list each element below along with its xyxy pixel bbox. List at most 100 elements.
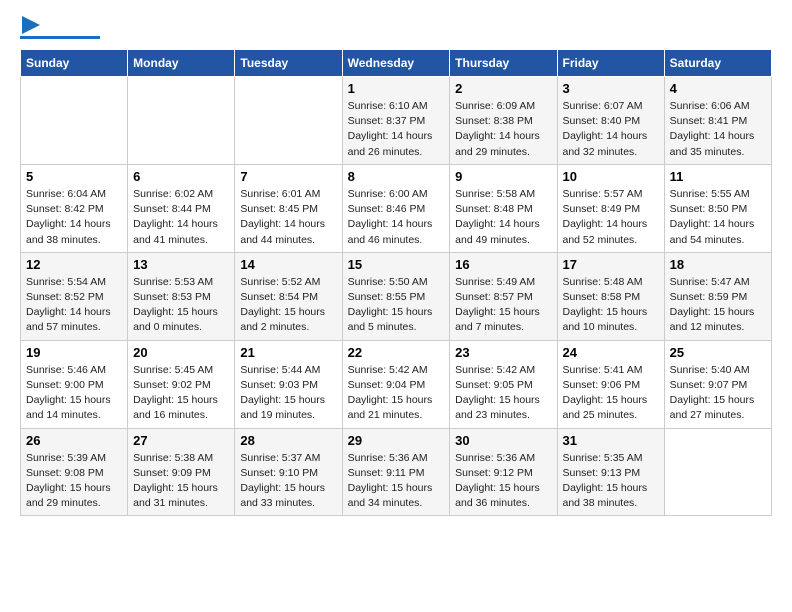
weekday-header-tuesday: Tuesday <box>235 50 342 77</box>
calendar-cell: 24 Sunrise: 5:41 AMSunset: 9:06 PMDayligh… <box>557 340 664 428</box>
weekday-header-wednesday: Wednesday <box>342 50 450 77</box>
calendar-cell: 16Sunrise: 5:49 AMSunset: 8:57 PMDayligh… <box>450 252 557 340</box>
calendar-cell <box>128 77 235 165</box>
day-number: 11 <box>670 169 766 184</box>
day-number: 17 <box>563 257 659 272</box>
day-number: 19 <box>26 345 122 360</box>
day-detail: Sunrise: 5:44 AMSunset: 9:03 PMDaylight:… <box>240 363 336 424</box>
calendar-cell: 17 Sunrise: 5:48 AMSunset: 8:58 PMDayligh… <box>557 252 664 340</box>
day-detail: Sunrise: 5:42 AMSunset: 9:04 PMDaylight:… <box>348 363 445 424</box>
day-number: 14 <box>240 257 336 272</box>
calendar-cell: 19 Sunrise: 5:46 AMSunset: 9:00 PMDayligh… <box>21 340 128 428</box>
logo <box>20 20 100 39</box>
calendar-cell: 9 Sunrise: 5:58 AMSunset: 8:48 PMDaylight… <box>450 164 557 252</box>
calendar-cell: 20 Sunrise: 5:45 AMSunset: 9:02 PMDayligh… <box>128 340 235 428</box>
day-detail: Sunrise: 5:36 AMSunset: 9:11 PMDaylight:… <box>348 451 445 512</box>
day-number: 22 <box>348 345 445 360</box>
calendar-cell: 7 Sunrise: 6:01 AMSunset: 8:45 PMDaylight… <box>235 164 342 252</box>
weekday-header-monday: Monday <box>128 50 235 77</box>
calendar-cell <box>235 77 342 165</box>
calendar-cell: 22 Sunrise: 5:42 AMSunset: 9:04 PMDayligh… <box>342 340 450 428</box>
calendar-cell: 31Sunrise: 5:35 AMSunset: 9:13 PMDayligh… <box>557 428 664 516</box>
day-number: 5 <box>26 169 122 184</box>
calendar-cell: 5 Sunrise: 6:04 AMSunset: 8:42 PMDaylight… <box>21 164 128 252</box>
calendar-cell: 30 Sunrise: 5:36 AMSunset: 9:12 PMDayligh… <box>450 428 557 516</box>
day-detail: Sunrise: 5:38 AMSunset: 9:09 PMDaylight:… <box>133 451 229 512</box>
page-header <box>20 20 772 39</box>
calendar-cell: 23 Sunrise: 5:42 AMSunset: 9:05 PMDayligh… <box>450 340 557 428</box>
calendar-cell: 6Sunrise: 6:02 AMSunset: 8:44 PMDaylight… <box>128 164 235 252</box>
day-number: 10 <box>563 169 659 184</box>
day-number: 3 <box>563 81 659 96</box>
day-number: 30 <box>455 433 551 448</box>
day-detail: Sunrise: 5:46 AMSunset: 9:00 PMDaylight:… <box>26 363 122 424</box>
calendar-cell: 25 Sunrise: 5:40 AMSunset: 9:07 PMDayligh… <box>664 340 771 428</box>
calendar-cell: 2 Sunrise: 6:09 AMSunset: 8:38 PMDaylight… <box>450 77 557 165</box>
day-number: 15 <box>348 257 445 272</box>
calendar-cell: 14 Sunrise: 5:52 AMSunset: 8:54 PMDayligh… <box>235 252 342 340</box>
calendar-cell: 1 Sunrise: 6:10 AMSunset: 8:37 PMDaylight… <box>342 77 450 165</box>
day-detail: Sunrise: 5:40 AMSunset: 9:07 PMDaylight:… <box>670 363 766 424</box>
calendar-cell: 10Sunrise: 5:57 AMSunset: 8:49 PMDayligh… <box>557 164 664 252</box>
day-number: 9 <box>455 169 551 184</box>
calendar-cell: 28 Sunrise: 5:37 AMSunset: 9:10 PMDayligh… <box>235 428 342 516</box>
weekday-header-friday: Friday <box>557 50 664 77</box>
calendar-cell <box>664 428 771 516</box>
day-detail: Sunrise: 5:48 AMSunset: 8:58 PMDaylight:… <box>563 275 659 336</box>
calendar-cell: 3Sunrise: 6:07 AMSunset: 8:40 PMDaylight… <box>557 77 664 165</box>
calendar-week-1: 1 Sunrise: 6:10 AMSunset: 8:37 PMDaylight… <box>21 77 772 165</box>
day-detail: Sunrise: 6:01 AMSunset: 8:45 PMDaylight:… <box>240 187 336 248</box>
calendar-week-4: 19 Sunrise: 5:46 AMSunset: 9:00 PMDayligh… <box>21 340 772 428</box>
day-number: 8 <box>348 169 445 184</box>
day-number: 29 <box>348 433 445 448</box>
day-detail: Sunrise: 5:52 AMSunset: 8:54 PMDaylight:… <box>240 275 336 336</box>
day-number: 24 <box>563 345 659 360</box>
day-number: 6 <box>133 169 229 184</box>
calendar-cell: 27Sunrise: 5:38 AMSunset: 9:09 PMDayligh… <box>128 428 235 516</box>
day-detail: Sunrise: 5:49 AMSunset: 8:57 PMDaylight:… <box>455 275 551 336</box>
day-detail: Sunrise: 5:45 AMSunset: 9:02 PMDaylight:… <box>133 363 229 424</box>
calendar-cell: 29 Sunrise: 5:36 AMSunset: 9:11 PMDayligh… <box>342 428 450 516</box>
calendar-cell: 13Sunrise: 5:53 AMSunset: 8:53 PMDayligh… <box>128 252 235 340</box>
day-detail: Sunrise: 6:00 AMSunset: 8:46 PMDaylight:… <box>348 187 445 248</box>
day-detail: Sunrise: 5:36 AMSunset: 9:12 PMDaylight:… <box>455 451 551 512</box>
weekday-header-saturday: Saturday <box>664 50 771 77</box>
calendar-cell: 18Sunrise: 5:47 AMSunset: 8:59 PMDayligh… <box>664 252 771 340</box>
day-detail: Sunrise: 5:55 AMSunset: 8:50 PMDaylight:… <box>670 187 766 248</box>
day-detail: Sunrise: 6:06 AMSunset: 8:41 PMDaylight:… <box>670 99 766 160</box>
day-number: 12 <box>26 257 122 272</box>
day-detail: Sunrise: 5:35 AMSunset: 9:13 PMDaylight:… <box>563 451 659 512</box>
day-number: 13 <box>133 257 229 272</box>
weekday-header-row: SundayMondayTuesdayWednesdayThursdayFrid… <box>21 50 772 77</box>
calendar-cell: 4Sunrise: 6:06 AMSunset: 8:41 PMDaylight… <box>664 77 771 165</box>
weekday-header-thursday: Thursday <box>450 50 557 77</box>
day-number: 23 <box>455 345 551 360</box>
calendar-week-3: 12 Sunrise: 5:54 AMSunset: 8:52 PMDayligh… <box>21 252 772 340</box>
day-number: 2 <box>455 81 551 96</box>
day-detail: Sunrise: 6:04 AMSunset: 8:42 PMDaylight:… <box>26 187 122 248</box>
logo-arrow-icon <box>22 16 40 34</box>
weekday-header-sunday: Sunday <box>21 50 128 77</box>
day-detail: Sunrise: 6:09 AMSunset: 8:38 PMDaylight:… <box>455 99 551 160</box>
calendar-cell: 15 Sunrise: 5:50 AMSunset: 8:55 PMDayligh… <box>342 252 450 340</box>
day-number: 20 <box>133 345 229 360</box>
day-detail: Sunrise: 5:39 AMSunset: 9:08 PMDaylight:… <box>26 451 122 512</box>
day-number: 7 <box>240 169 336 184</box>
calendar-cell: 12 Sunrise: 5:54 AMSunset: 8:52 PMDayligh… <box>21 252 128 340</box>
day-detail: Sunrise: 5:50 AMSunset: 8:55 PMDaylight:… <box>348 275 445 336</box>
day-number: 26 <box>26 433 122 448</box>
day-detail: Sunrise: 5:42 AMSunset: 9:05 PMDaylight:… <box>455 363 551 424</box>
calendar-cell: 21Sunrise: 5:44 AMSunset: 9:03 PMDayligh… <box>235 340 342 428</box>
day-detail: Sunrise: 6:10 AMSunset: 8:37 PMDaylight:… <box>348 99 445 160</box>
day-detail: Sunrise: 5:37 AMSunset: 9:10 PMDaylight:… <box>240 451 336 512</box>
day-detail: Sunrise: 5:47 AMSunset: 8:59 PMDaylight:… <box>670 275 766 336</box>
calendar-table: SundayMondayTuesdayWednesdayThursdayFrid… <box>20 49 772 516</box>
calendar-week-5: 26 Sunrise: 5:39 AMSunset: 9:08 PMDayligh… <box>21 428 772 516</box>
day-detail: Sunrise: 5:54 AMSunset: 8:52 PMDaylight:… <box>26 275 122 336</box>
day-number: 25 <box>670 345 766 360</box>
day-detail: Sunrise: 5:41 AMSunset: 9:06 PMDaylight:… <box>563 363 659 424</box>
day-number: 1 <box>348 81 445 96</box>
day-detail: Sunrise: 5:58 AMSunset: 8:48 PMDaylight:… <box>455 187 551 248</box>
calendar-cell: 26 Sunrise: 5:39 AMSunset: 9:08 PMDayligh… <box>21 428 128 516</box>
day-number: 28 <box>240 433 336 448</box>
